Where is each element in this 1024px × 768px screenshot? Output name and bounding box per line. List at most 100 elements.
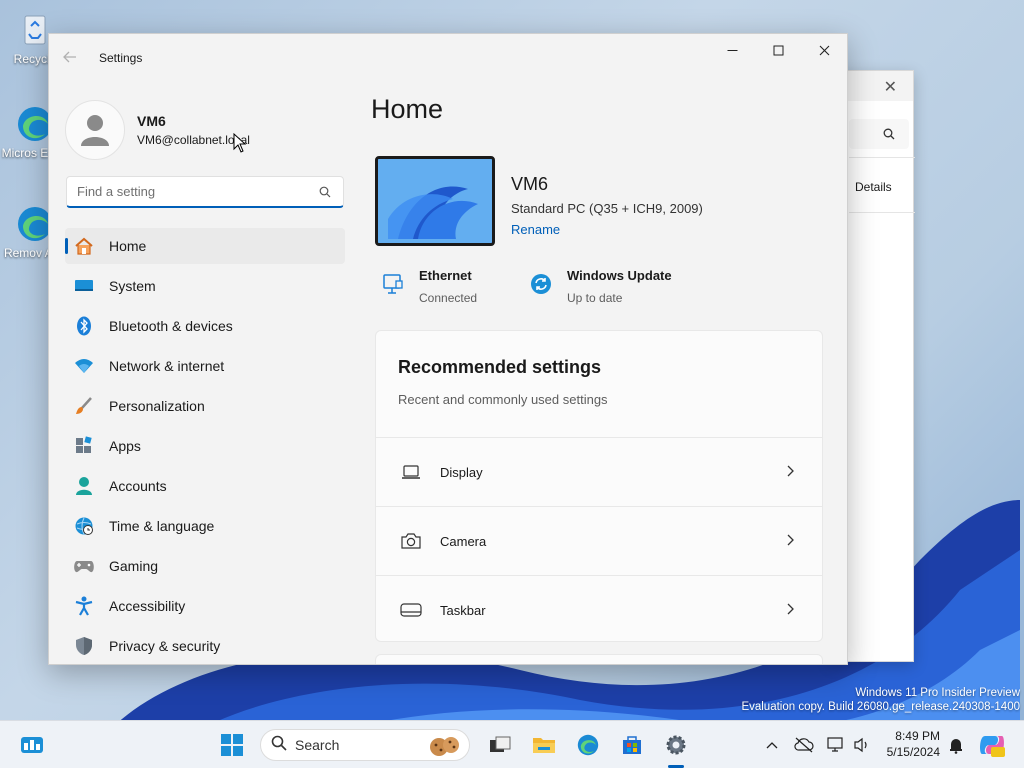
- sidebar-item-accessibility[interactable]: Accessibility: [65, 588, 345, 624]
- sidebar-item-accounts[interactable]: Accounts: [65, 468, 345, 504]
- clock[interactable]: 8:49 PM 5/15/2024: [887, 728, 940, 760]
- laptop-icon: [400, 461, 422, 483]
- show-hidden-icons-button[interactable]: [756, 729, 788, 761]
- chevron-right-icon: [786, 602, 794, 620]
- taskbar-icon: [400, 599, 422, 621]
- recommended-row-label: Display: [440, 464, 483, 480]
- taskbar-search[interactable]: Search: [260, 729, 470, 761]
- home-icon: [73, 235, 95, 257]
- rename-link[interactable]: Rename: [511, 222, 560, 237]
- taskbar: Search 8:49 PM 5/15/2024: [0, 720, 1024, 768]
- recommended-title: Recommended settings: [398, 357, 602, 377]
- sidebar-item-system[interactable]: System: [65, 268, 345, 304]
- recommended-row-label: Camera: [440, 533, 487, 549]
- device-name: VM6: [511, 174, 549, 194]
- apps-icon: [73, 435, 95, 457]
- cookies-icon: [427, 734, 461, 763]
- sidebar-item-home[interactable]: Home: [65, 228, 345, 264]
- close-button[interactable]: [801, 34, 847, 66]
- start-button[interactable]: [216, 729, 248, 761]
- avatar: [65, 100, 125, 160]
- minimize-icon: [727, 49, 737, 51]
- background-window-search[interactable]: [849, 119, 909, 149]
- store-button[interactable]: [616, 729, 648, 761]
- recommended-row-display[interactable]: Display: [376, 437, 822, 506]
- device-banner: VM6 Standard PC (Q35 + ICH9, 2009) Renam…: [375, 156, 703, 246]
- windows-update-status[interactable]: Windows Update Up to date: [529, 268, 672, 305]
- chevron-right-icon: [786, 464, 794, 482]
- monitor-icon: [827, 737, 843, 752]
- window-title: Settings: [99, 51, 143, 65]
- settings-taskbar-button[interactable]: [660, 729, 692, 761]
- sidebar: VM6 VM6@collabnet.local Home System: [49, 82, 359, 664]
- sidebar-item-label: Personalization: [109, 398, 205, 414]
- search-input[interactable]: [67, 177, 307, 205]
- copilot-button[interactable]: [976, 729, 1008, 761]
- clock-time: 8:49 PM: [895, 729, 940, 743]
- windows-update-status-text: Up to date: [567, 291, 623, 305]
- volume-tray-button[interactable]: [846, 729, 878, 761]
- widgets-button[interactable]: [16, 729, 48, 761]
- search-icon: [319, 185, 331, 203]
- next-card: [375, 654, 823, 664]
- globe-clock-icon: [73, 515, 95, 537]
- mouse-cursor-icon: [233, 133, 247, 153]
- chevron-right-icon: [786, 533, 794, 551]
- windows-logo-icon: [221, 734, 243, 756]
- widgets-icon: [21, 737, 43, 753]
- sidebar-item-network[interactable]: Network & internet: [65, 348, 345, 384]
- gamepad-icon: [73, 555, 95, 577]
- close-icon[interactable]: ✕: [884, 77, 897, 97]
- sidebar-item-label: Network & internet: [109, 358, 225, 374]
- wifi-icon: [73, 355, 95, 377]
- camera-icon: [400, 530, 422, 552]
- sidebar-item-apps[interactable]: Apps: [65, 428, 345, 464]
- sidebar-item-time-language[interactable]: Time & language: [65, 508, 345, 544]
- clock-date: 5/15/2024: [886, 745, 940, 759]
- brush-icon: [73, 395, 95, 417]
- sidebar-item-label: Gaming: [109, 558, 159, 574]
- sidebar-item-label: Bluetooth & devices: [109, 318, 233, 334]
- sidebar-item-bluetooth[interactable]: Bluetooth & devices: [65, 308, 345, 344]
- recommended-settings-card: Recommended settings Recent and commonly…: [375, 330, 823, 642]
- system-icon: [73, 275, 95, 297]
- sidebar-item-label: Privacy & security: [109, 638, 221, 654]
- bluetooth-icon: [73, 315, 95, 337]
- watermark-line-1: Windows 11 Pro Insider Preview: [855, 687, 1020, 699]
- profile[interactable]: VM6 VM6@collabnet.local: [65, 100, 250, 160]
- sidebar-item-label: System: [109, 278, 156, 294]
- sidebar-item-gaming[interactable]: Gaming: [65, 548, 345, 584]
- ethernet-icon: [381, 272, 405, 296]
- recommended-row-camera[interactable]: Camera: [376, 506, 822, 575]
- device-spec: Standard PC (Q35 + ICH9, 2009): [511, 201, 703, 216]
- edge-icon: [577, 734, 599, 756]
- device-thumbnail: [375, 156, 495, 246]
- network-tray-button[interactable]: [788, 729, 820, 761]
- recommended-row-taskbar[interactable]: Taskbar: [376, 575, 822, 641]
- person-icon: [81, 115, 109, 146]
- back-arrow-icon[interactable]: [63, 50, 81, 66]
- file-explorer-button[interactable]: [528, 729, 560, 761]
- ethernet-status[interactable]: Ethernet Connected: [381, 268, 477, 305]
- maximize-button[interactable]: [755, 34, 801, 66]
- task-view-button[interactable]: [484, 729, 516, 761]
- evaluation-watermark: Windows 11 Pro Insider Preview Evaluatio…: [741, 686, 1020, 714]
- windows-update-title: Windows Update: [567, 268, 672, 283]
- notification-button[interactable]: [940, 729, 972, 761]
- minimize-button[interactable]: [709, 34, 755, 66]
- sidebar-item-personalization[interactable]: Personalization: [65, 388, 345, 424]
- copilot-icon: [980, 736, 1005, 757]
- sidebar-item-label: Apps: [109, 438, 141, 454]
- details-tab[interactable]: Details: [849, 157, 915, 213]
- recommended-row-label: Taskbar: [440, 602, 486, 618]
- sidebar-item-label: Accounts: [109, 478, 167, 494]
- accessibility-icon: [73, 595, 95, 617]
- sidebar-item-privacy-security[interactable]: Privacy & security: [65, 628, 345, 664]
- search-icon: [271, 735, 287, 756]
- profile-name: VM6: [137, 113, 166, 129]
- edge-button[interactable]: [572, 729, 604, 761]
- ethernet-title: Ethernet: [419, 268, 472, 283]
- notification-icon: [950, 739, 962, 754]
- find-setting-search[interactable]: [66, 176, 344, 208]
- taskbar-search-label: Search: [295, 737, 340, 753]
